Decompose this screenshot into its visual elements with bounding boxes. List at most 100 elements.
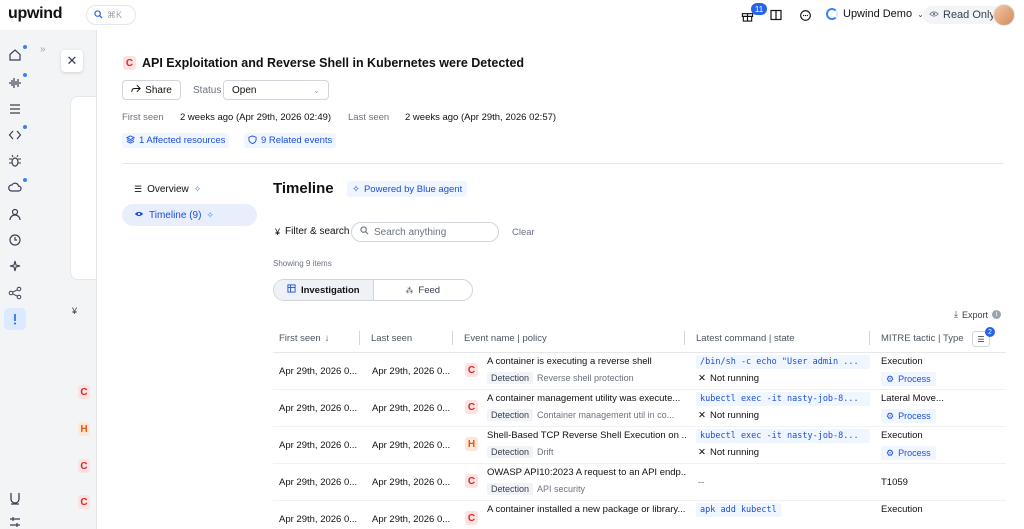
severity-badge: C xyxy=(123,56,136,70)
tab-investigation-label: Investigation xyxy=(300,284,360,296)
affected-resources-link[interactable]: 1 Affected resources xyxy=(122,133,230,148)
sparkle-icon: ✧ xyxy=(206,209,214,220)
sparkle-icon: ✧ xyxy=(352,183,360,195)
close-drawer-button[interactable]: ✕ xyxy=(61,50,83,72)
status-select[interactable]: Open ⌄ xyxy=(223,80,329,100)
severity-badge: C xyxy=(465,363,478,377)
last-seen-cell: Apr 29th, 2026 0... xyxy=(372,514,451,525)
related-events-link[interactable]: 9 Related events xyxy=(244,133,337,148)
tab-investigation[interactable]: Investigation xyxy=(274,280,374,300)
tab-feed[interactable]: ⁂ Feed xyxy=(374,280,473,300)
upwind-mark-icon[interactable] xyxy=(7,490,23,506)
tab-feed-label: Feed xyxy=(418,284,441,296)
header-command[interactable]: Latest command | state xyxy=(696,333,795,344)
list-icon[interactable] xyxy=(7,101,23,117)
close-icon: ✕ xyxy=(66,53,78,68)
last-seen-cell: Apr 29th, 2026 0... xyxy=(372,440,451,451)
items-count: Showing 9 items xyxy=(273,259,332,268)
command-chip[interactable]: apk add kubectl xyxy=(696,503,781,517)
state-label: Not running xyxy=(709,410,760,421)
clock-icon[interactable] xyxy=(7,232,23,248)
header-event-label: Event name | policy xyxy=(464,333,547,344)
info-icon[interactable]: i xyxy=(992,310,1001,319)
alert-drawer: C API Exploitation and Reverse Shell in … xyxy=(96,30,1024,529)
header-first-seen[interactable]: First seen ↓ xyxy=(279,333,329,344)
timeline-title: Timeline xyxy=(273,180,334,197)
bug-icon[interactable] xyxy=(7,153,23,169)
type-chip: ⚙ Process xyxy=(881,409,936,423)
header-last-seen[interactable]: Last seen xyxy=(371,333,412,344)
export-label: Export xyxy=(961,309,988,320)
column-divider xyxy=(359,331,360,345)
command-chip[interactable]: /bin/sh -c echo "User admin ... xyxy=(696,355,870,369)
sparkle-icon[interactable] xyxy=(7,258,23,274)
filter-toggle[interactable]: ¥ Filter & search xyxy=(275,226,349,237)
nav-overview[interactable]: ☰ Overview ✧ xyxy=(122,178,257,200)
user-avatar[interactable] xyxy=(993,4,1015,26)
table-row[interactable]: Apr 29th, 2026 0... Apr 29th, 2026 0... … xyxy=(273,390,1006,427)
timeline-search-input[interactable]: Search anything xyxy=(351,222,499,242)
powered-by-badge: ✧ Powered by Blue agent xyxy=(347,181,468,197)
alert-icon[interactable] xyxy=(7,311,23,327)
first-seen-cell: Apr 29th, 2026 0... xyxy=(279,366,358,377)
view-toggle: Investigation ⁂ Feed xyxy=(273,279,473,301)
org-selector[interactable]: Upwind Demo ⌄ xyxy=(826,8,924,20)
table-row[interactable]: Apr 29th, 2026 0... Apr 29th, 2026 0... … xyxy=(273,427,1006,464)
background-filter-icon: ¥ xyxy=(72,306,78,316)
upwind-logo[interactable]: upwind xyxy=(8,5,62,23)
header-event[interactable]: Event name | policy xyxy=(464,333,547,344)
event-policy: Drift xyxy=(537,447,554,457)
event-name: OWASP API10:2023 A request to an API end… xyxy=(487,467,687,478)
event-tag: Detection xyxy=(487,483,534,495)
mitre-tactic: Lateral Move... xyxy=(881,393,944,404)
severity-badge: H xyxy=(465,437,478,451)
table-row[interactable]: Apr 29th, 2026 0... Apr 29th, 2026 0... … xyxy=(273,501,1006,529)
header-first-seen-label: First seen xyxy=(279,333,321,344)
share-icon xyxy=(131,84,142,96)
mitre-tactic: Execution xyxy=(881,356,923,367)
type-chip: ⚙ Process xyxy=(881,446,936,460)
clear-button[interactable]: Clear xyxy=(512,227,535,238)
header-mitre[interactable]: MITRE tactic | Type xyxy=(881,333,964,344)
download-icon: ⤓ xyxy=(954,309,958,319)
expand-rail-icon[interactable]: » xyxy=(40,44,46,55)
split-view-icon[interactable] xyxy=(768,7,784,23)
global-search-button[interactable]: ⌘K xyxy=(86,5,136,25)
x-icon: ✕ xyxy=(698,373,706,384)
mitre-tactic: Execution xyxy=(881,430,923,441)
left-rail xyxy=(0,30,30,529)
event-tag: Detection xyxy=(487,372,534,384)
background-severity: C xyxy=(78,385,90,399)
cloud-icon[interactable] xyxy=(7,179,23,195)
mitre-tactic: T1059 xyxy=(881,477,908,488)
table-row[interactable]: Apr 29th, 2026 0... Apr 29th, 2026 0... … xyxy=(273,353,1006,390)
code-icon[interactable] xyxy=(7,127,23,143)
status-value: Open xyxy=(232,84,257,96)
nav-timeline[interactable]: Timeline (9) ✧ xyxy=(122,204,257,226)
command-state: ✕ Not running xyxy=(698,373,759,384)
home-icon[interactable] xyxy=(7,47,23,63)
user-icon[interactable] xyxy=(7,206,23,222)
notification-badge: 11 xyxy=(751,3,767,15)
state-label: Not running xyxy=(709,447,760,458)
nav-overview-label: Overview xyxy=(147,183,189,195)
shield-icon xyxy=(248,134,257,147)
graph-icon[interactable] xyxy=(7,285,23,301)
gear-icon: ⚙ xyxy=(886,447,895,458)
table-row[interactable]: Apr 29th, 2026 0... Apr 29th, 2026 0... … xyxy=(273,464,1006,501)
share-button[interactable]: Share xyxy=(122,80,181,100)
first-seen-label: First seen xyxy=(122,112,164,123)
command-state: ✕ Not running xyxy=(698,410,759,421)
waveform-icon[interactable] xyxy=(7,75,23,91)
background-severity: C xyxy=(78,495,90,509)
severity-badge: C xyxy=(465,474,478,488)
command-chip[interactable]: kubectl exec -it nasty-job-8... xyxy=(696,429,870,443)
chat-icon[interactable] xyxy=(797,7,813,23)
event-name: A container is executing a reverse shell xyxy=(487,356,652,367)
severity-badge: C xyxy=(465,511,478,525)
share-label: Share xyxy=(145,84,172,96)
eye-icon xyxy=(929,9,939,21)
settings-sliders-icon[interactable] xyxy=(7,514,23,529)
export-button[interactable]: ⤓ Export i xyxy=(954,309,1001,320)
command-chip[interactable]: kubectl exec -it nasty-job-8... xyxy=(696,392,870,406)
